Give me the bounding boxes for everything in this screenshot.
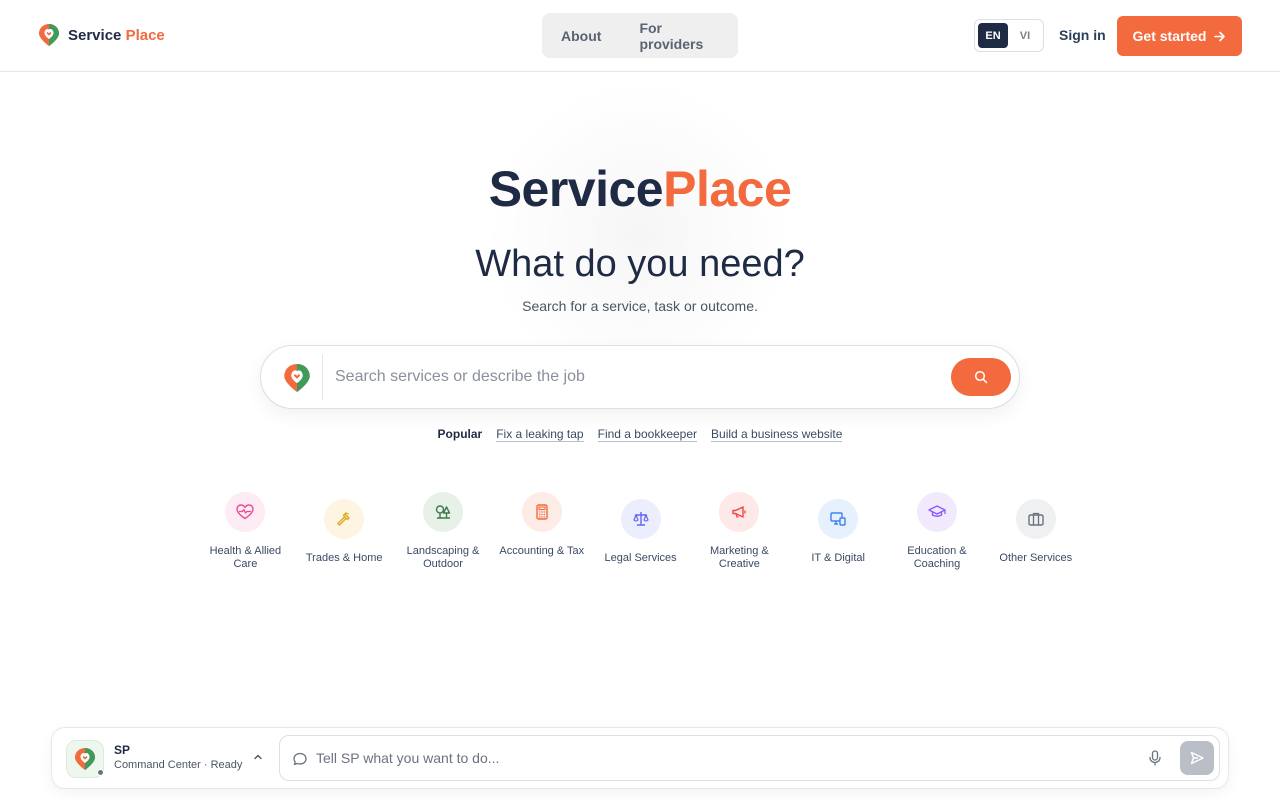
hero-glow: [485, 80, 795, 390]
hero-subtitle: Search for a service, task or outcome.: [522, 298, 758, 314]
popular-link[interactable]: Fix a leaking tap: [496, 427, 584, 442]
category-label: Accounting & Tax: [499, 545, 585, 557]
category-accounting-tax[interactable]: Accounting & Tax: [492, 492, 591, 571]
get-started-button[interactable]: Get started: [1117, 16, 1242, 56]
assistant-name: SP: [114, 743, 131, 757]
category-list: Health & Allied Care Trades & Home Lands…: [196, 492, 1096, 571]
category-label: Legal Services: [604, 552, 677, 564]
language-switcher: EN VI: [974, 19, 1044, 52]
category-label: Other Services: [999, 552, 1073, 564]
sign-in-link[interactable]: Sign in: [1059, 27, 1106, 43]
chat-bubble-icon: [293, 752, 307, 766]
heart-pulse-icon: [225, 492, 266, 532]
command-input[interactable]: [316, 744, 1136, 772]
popular-link[interactable]: Build a business website: [711, 427, 843, 442]
briefcase-icon: [1015, 499, 1056, 539]
lang-en-button[interactable]: EN: [978, 23, 1008, 48]
map-pin-logo-icon: [284, 364, 310, 392]
assistant-status: Command Center · Ready: [114, 759, 243, 771]
category-label: Health & Allied Care: [209, 545, 282, 570]
popular-link[interactable]: Find a bookkeeper: [597, 427, 698, 442]
arrow-right-icon: [1214, 31, 1226, 41]
main-nav: About For providers: [542, 13, 738, 58]
get-started-label: Get started: [1132, 28, 1207, 44]
nav-for-providers[interactable]: For providers: [620, 20, 738, 52]
command-field: [279, 735, 1220, 781]
lang-vi-button[interactable]: VI: [1010, 23, 1040, 48]
scale-icon: [620, 499, 661, 539]
brand-name: Service Place: [68, 26, 165, 44]
send-button[interactable]: [1180, 741, 1214, 775]
trees-icon: [422, 492, 463, 532]
category-education-coaching[interactable]: Education & Coaching: [888, 492, 987, 571]
send-icon: [1190, 751, 1204, 765]
microphone-icon[interactable]: [1147, 749, 1163, 767]
category-landscaping-outdoor[interactable]: Landscaping & Outdoor: [394, 492, 493, 571]
category-label: Trades & Home: [305, 552, 383, 564]
category-label: Education & Coaching: [907, 545, 967, 570]
brand-logo[interactable]: Service Place: [38, 23, 165, 47]
search-bar: [260, 345, 1020, 409]
popular-label: Popular: [437, 427, 483, 441]
command-bar: SP Command Center · Ready: [51, 727, 1229, 789]
hero-title: What do you need?: [475, 243, 805, 285]
popular-searches: Popular Fix a leaking tap Find a bookkee…: [0, 427, 1280, 442]
category-marketing-creative[interactable]: Marketing & Creative: [690, 492, 789, 571]
category-label: Marketing & Creative: [710, 545, 769, 570]
hero-logo: ServicePlace: [488, 161, 792, 217]
graduation-cap-icon: [916, 492, 957, 532]
search-divider: [322, 354, 323, 400]
search-input[interactable]: [335, 358, 935, 396]
nav-about[interactable]: About: [542, 28, 620, 44]
chevron-up-icon[interactable]: [252, 751, 264, 763]
map-pin-logo-icon: [75, 748, 95, 770]
category-legal-services[interactable]: Legal Services: [591, 492, 690, 571]
category-other-services[interactable]: Other Services: [986, 492, 1085, 571]
devices-icon: [818, 499, 859, 539]
calculator-icon: [521, 492, 562, 532]
search-icon: [974, 370, 988, 384]
hammer-icon: [324, 499, 365, 539]
search-button[interactable]: [951, 358, 1011, 396]
category-label: IT & Digital: [811, 552, 865, 564]
category-it-digital[interactable]: IT & Digital: [789, 492, 888, 571]
map-pin-logo-icon: [39, 24, 59, 46]
category-health-allied-care[interactable]: Health & Allied Care: [196, 492, 295, 571]
category-trades-home[interactable]: Trades & Home: [295, 492, 394, 571]
status-dot: [97, 769, 104, 776]
top-header: Service Place About For providers EN VI …: [0, 0, 1280, 72]
megaphone-icon: [719, 492, 760, 532]
category-label: Landscaping & Outdoor: [406, 545, 480, 570]
